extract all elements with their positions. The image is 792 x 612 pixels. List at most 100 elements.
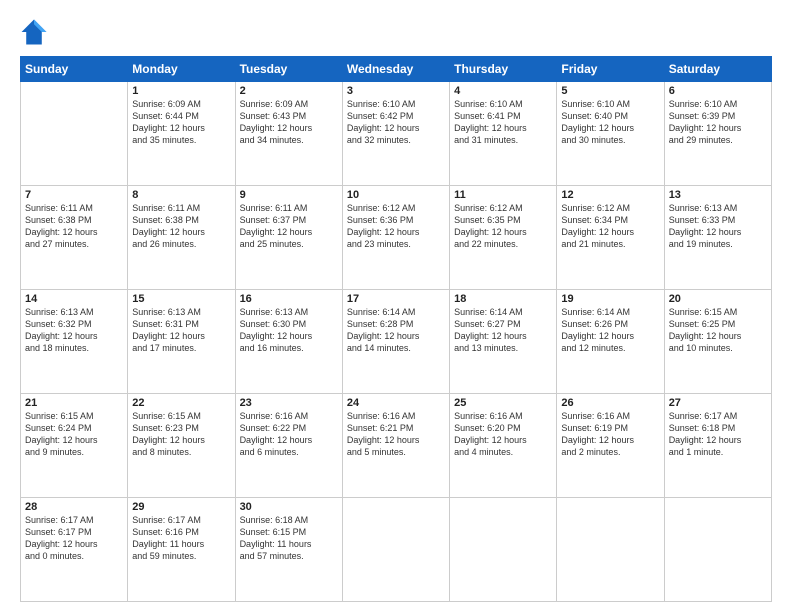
calendar-cell: 8Sunrise: 6:11 AM Sunset: 6:38 PM Daylig… — [128, 186, 235, 290]
day-number: 26 — [561, 397, 659, 409]
calendar-cell: 1Sunrise: 6:09 AM Sunset: 6:44 PM Daylig… — [128, 82, 235, 186]
week-row-4: 21Sunrise: 6:15 AM Sunset: 6:24 PM Dayli… — [21, 394, 772, 498]
cell-info: Sunrise: 6:16 AM Sunset: 6:22 PM Dayligh… — [240, 410, 338, 459]
calendar-cell: 30Sunrise: 6:18 AM Sunset: 6:15 PM Dayli… — [235, 498, 342, 602]
header — [20, 18, 772, 46]
calendar-cell: 29Sunrise: 6:17 AM Sunset: 6:16 PM Dayli… — [128, 498, 235, 602]
cell-info: Sunrise: 6:09 AM Sunset: 6:44 PM Dayligh… — [132, 98, 230, 147]
header-cell-thursday: Thursday — [450, 57, 557, 82]
calendar-cell — [557, 498, 664, 602]
calendar-cell: 2Sunrise: 6:09 AM Sunset: 6:43 PM Daylig… — [235, 82, 342, 186]
day-number: 22 — [132, 397, 230, 409]
day-number: 27 — [669, 397, 767, 409]
calendar-cell: 9Sunrise: 6:11 AM Sunset: 6:37 PM Daylig… — [235, 186, 342, 290]
calendar-cell: 6Sunrise: 6:10 AM Sunset: 6:39 PM Daylig… — [664, 82, 771, 186]
day-number: 8 — [132, 189, 230, 201]
day-number: 25 — [454, 397, 552, 409]
day-number: 10 — [347, 189, 445, 201]
day-number: 5 — [561, 85, 659, 97]
cell-info: Sunrise: 6:13 AM Sunset: 6:31 PM Dayligh… — [132, 306, 230, 355]
cell-info: Sunrise: 6:10 AM Sunset: 6:40 PM Dayligh… — [561, 98, 659, 147]
week-row-5: 28Sunrise: 6:17 AM Sunset: 6:17 PM Dayli… — [21, 498, 772, 602]
calendar-cell: 5Sunrise: 6:10 AM Sunset: 6:40 PM Daylig… — [557, 82, 664, 186]
cell-info: Sunrise: 6:11 AM Sunset: 6:37 PM Dayligh… — [240, 202, 338, 251]
day-number: 12 — [561, 189, 659, 201]
header-cell-saturday: Saturday — [664, 57, 771, 82]
calendar-cell — [450, 498, 557, 602]
cell-info: Sunrise: 6:11 AM Sunset: 6:38 PM Dayligh… — [132, 202, 230, 251]
day-number: 17 — [347, 293, 445, 305]
cell-info: Sunrise: 6:17 AM Sunset: 6:18 PM Dayligh… — [669, 410, 767, 459]
day-number: 7 — [25, 189, 123, 201]
calendar-cell: 16Sunrise: 6:13 AM Sunset: 6:30 PM Dayli… — [235, 290, 342, 394]
calendar-cell: 18Sunrise: 6:14 AM Sunset: 6:27 PM Dayli… — [450, 290, 557, 394]
cell-info: Sunrise: 6:13 AM Sunset: 6:30 PM Dayligh… — [240, 306, 338, 355]
header-cell-tuesday: Tuesday — [235, 57, 342, 82]
day-number: 18 — [454, 293, 552, 305]
cell-info: Sunrise: 6:13 AM Sunset: 6:32 PM Dayligh… — [25, 306, 123, 355]
calendar-cell: 19Sunrise: 6:14 AM Sunset: 6:26 PM Dayli… — [557, 290, 664, 394]
cell-info: Sunrise: 6:15 AM Sunset: 6:24 PM Dayligh… — [25, 410, 123, 459]
day-number: 14 — [25, 293, 123, 305]
calendar-cell: 4Sunrise: 6:10 AM Sunset: 6:41 PM Daylig… — [450, 82, 557, 186]
week-row-1: 1Sunrise: 6:09 AM Sunset: 6:44 PM Daylig… — [21, 82, 772, 186]
calendar-cell: 11Sunrise: 6:12 AM Sunset: 6:35 PM Dayli… — [450, 186, 557, 290]
cell-info: Sunrise: 6:16 AM Sunset: 6:20 PM Dayligh… — [454, 410, 552, 459]
day-number: 9 — [240, 189, 338, 201]
cell-info: Sunrise: 6:18 AM Sunset: 6:15 PM Dayligh… — [240, 514, 338, 563]
header-cell-monday: Monday — [128, 57, 235, 82]
day-number: 11 — [454, 189, 552, 201]
calendar-cell: 20Sunrise: 6:15 AM Sunset: 6:25 PM Dayli… — [664, 290, 771, 394]
cell-info: Sunrise: 6:12 AM Sunset: 6:36 PM Dayligh… — [347, 202, 445, 251]
logo-icon — [20, 18, 48, 46]
cell-info: Sunrise: 6:10 AM Sunset: 6:39 PM Dayligh… — [669, 98, 767, 147]
day-number: 1 — [132, 85, 230, 97]
header-cell-sunday: Sunday — [21, 57, 128, 82]
calendar-cell: 13Sunrise: 6:13 AM Sunset: 6:33 PM Dayli… — [664, 186, 771, 290]
calendar-cell: 14Sunrise: 6:13 AM Sunset: 6:32 PM Dayli… — [21, 290, 128, 394]
cell-info: Sunrise: 6:14 AM Sunset: 6:27 PM Dayligh… — [454, 306, 552, 355]
cell-info: Sunrise: 6:16 AM Sunset: 6:21 PM Dayligh… — [347, 410, 445, 459]
calendar-cell: 22Sunrise: 6:15 AM Sunset: 6:23 PM Dayli… — [128, 394, 235, 498]
calendar-cell — [342, 498, 449, 602]
week-row-3: 14Sunrise: 6:13 AM Sunset: 6:32 PM Dayli… — [21, 290, 772, 394]
cell-info: Sunrise: 6:11 AM Sunset: 6:38 PM Dayligh… — [25, 202, 123, 251]
cell-info: Sunrise: 6:10 AM Sunset: 6:42 PM Dayligh… — [347, 98, 445, 147]
calendar-cell: 24Sunrise: 6:16 AM Sunset: 6:21 PM Dayli… — [342, 394, 449, 498]
calendar-cell: 27Sunrise: 6:17 AM Sunset: 6:18 PM Dayli… — [664, 394, 771, 498]
day-number: 19 — [561, 293, 659, 305]
day-number: 23 — [240, 397, 338, 409]
cell-info: Sunrise: 6:17 AM Sunset: 6:16 PM Dayligh… — [132, 514, 230, 563]
cell-info: Sunrise: 6:17 AM Sunset: 6:17 PM Dayligh… — [25, 514, 123, 563]
day-number: 29 — [132, 501, 230, 513]
day-number: 3 — [347, 85, 445, 97]
cell-info: Sunrise: 6:16 AM Sunset: 6:19 PM Dayligh… — [561, 410, 659, 459]
day-number: 15 — [132, 293, 230, 305]
header-cell-wednesday: Wednesday — [342, 57, 449, 82]
cell-info: Sunrise: 6:15 AM Sunset: 6:23 PM Dayligh… — [132, 410, 230, 459]
day-number: 16 — [240, 293, 338, 305]
calendar-cell: 23Sunrise: 6:16 AM Sunset: 6:22 PM Dayli… — [235, 394, 342, 498]
calendar-table: SundayMondayTuesdayWednesdayThursdayFrid… — [20, 56, 772, 602]
day-number: 30 — [240, 501, 338, 513]
day-number: 4 — [454, 85, 552, 97]
page: SundayMondayTuesdayWednesdayThursdayFrid… — [0, 0, 792, 612]
calendar-cell: 3Sunrise: 6:10 AM Sunset: 6:42 PM Daylig… — [342, 82, 449, 186]
day-number: 24 — [347, 397, 445, 409]
cell-info: Sunrise: 6:14 AM Sunset: 6:28 PM Dayligh… — [347, 306, 445, 355]
cell-info: Sunrise: 6:15 AM Sunset: 6:25 PM Dayligh… — [669, 306, 767, 355]
cell-info: Sunrise: 6:12 AM Sunset: 6:34 PM Dayligh… — [561, 202, 659, 251]
day-number: 21 — [25, 397, 123, 409]
calendar-cell — [21, 82, 128, 186]
day-number: 6 — [669, 85, 767, 97]
calendar-cell: 28Sunrise: 6:17 AM Sunset: 6:17 PM Dayli… — [21, 498, 128, 602]
cell-info: Sunrise: 6:10 AM Sunset: 6:41 PM Dayligh… — [454, 98, 552, 147]
header-row: SundayMondayTuesdayWednesdayThursdayFrid… — [21, 57, 772, 82]
calendar-cell: 7Sunrise: 6:11 AM Sunset: 6:38 PM Daylig… — [21, 186, 128, 290]
day-number: 20 — [669, 293, 767, 305]
cell-info: Sunrise: 6:09 AM Sunset: 6:43 PM Dayligh… — [240, 98, 338, 147]
cell-info: Sunrise: 6:13 AM Sunset: 6:33 PM Dayligh… — [669, 202, 767, 251]
calendar-cell: 12Sunrise: 6:12 AM Sunset: 6:34 PM Dayli… — [557, 186, 664, 290]
calendar-cell: 25Sunrise: 6:16 AM Sunset: 6:20 PM Dayli… — [450, 394, 557, 498]
calendar-cell — [664, 498, 771, 602]
